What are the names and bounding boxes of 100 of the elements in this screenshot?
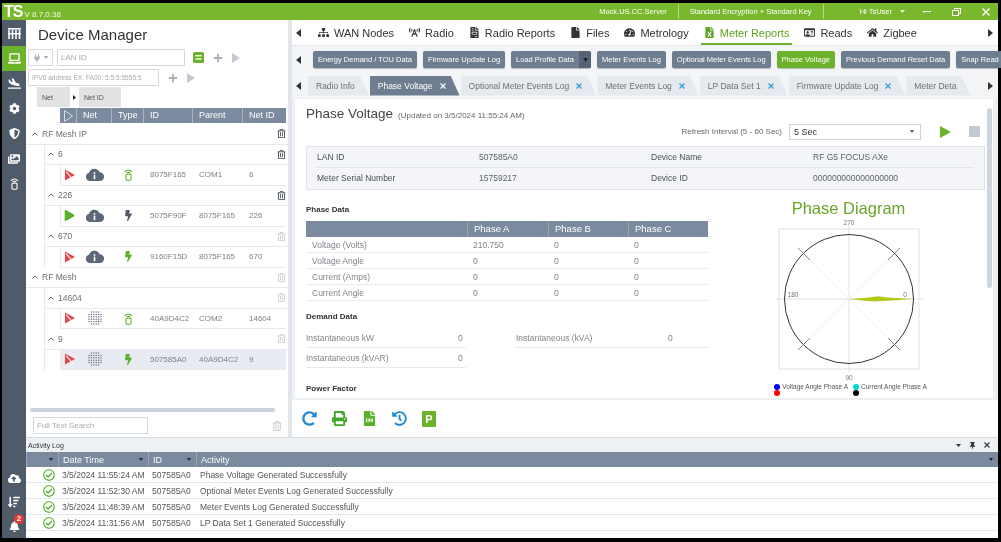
p-button[interactable]: P	[422, 410, 436, 427]
nav-tab[interactable]: Metrology	[621, 20, 692, 45]
device-row[interactable]: 9160F15D 8075F165 670	[61, 247, 286, 268]
table-cell-text: Meter Events Log Generated Successfully	[199, 501, 360, 512]
column-header[interactable]: ID	[148, 452, 196, 467]
list-icon[interactable]	[193, 52, 204, 63]
caret-icon[interactable]	[956, 443, 961, 447]
house-icon	[867, 27, 879, 38]
nav-tab[interactable]: Files	[567, 20, 613, 45]
plus-icon[interactable]	[213, 52, 223, 63]
report-tab[interactable]: Optional Meter Events Log	[460, 75, 597, 96]
dot-grid-icon	[87, 311, 102, 326]
report-tab[interactable]: Firmware Update Log	[788, 75, 906, 96]
filter-caret-icon	[49, 458, 53, 461]
gallery-icon	[8, 152, 20, 165]
section-title: Power Factor	[306, 384, 358, 394]
history-icon[interactable]	[392, 411, 407, 426]
scrollbar-thumb[interactable]	[30, 408, 275, 412]
table-cell-text: 8075F165	[198, 211, 237, 221]
caret-icon[interactable]	[48, 234, 54, 239]
group-label: 226	[58, 190, 74, 201]
trash-icon[interactable]	[277, 149, 286, 159]
column-header: Net	[76, 108, 111, 123]
field-value: RF G5 FOCUS AXe	[813, 147, 974, 168]
restore-icon[interactable]	[952, 7, 961, 16]
scroll-left-icon[interactable]	[296, 81, 301, 90]
report-tab[interactable]: LP Data Set 1	[699, 75, 788, 96]
caret-icon[interactable]	[48, 152, 54, 157]
device-row[interactable]: 40A9D4C2 COM2 14604	[61, 308, 286, 329]
notification-badge: 2	[14, 514, 24, 524]
report-tab[interactable]: Meter Deta	[906, 75, 971, 96]
table-cell-text: LP Data Set 1 Generated Successfully	[199, 517, 346, 528]
table-cell-text: 0	[553, 287, 560, 298]
cloud-upload-icon[interactable]	[7, 471, 21, 485]
table-cell-text: 0	[553, 271, 560, 282]
nav-tab[interactable]: WAN Nodes	[315, 20, 398, 45]
triangle-icon[interactable]	[63, 109, 73, 122]
device-row[interactable]: 8075F165 COM1 6	[61, 165, 286, 186]
sort-icon[interactable]	[8, 496, 20, 508]
group-label: RF Mesh	[42, 272, 78, 283]
scroll-left-icon[interactable]	[296, 28, 301, 37]
report-tab[interactable]: Radio Info	[308, 75, 369, 96]
field-label: Instantaneous (kVA)	[516, 332, 594, 343]
device-row[interactable]: 507585A0 40A9D4C2 9	[61, 349, 286, 370]
bell-icon[interactable]	[8, 520, 20, 532]
device-row[interactable]: 5075F90F 8075F165 226	[61, 206, 286, 227]
table-cell-text: 40A9D4C2	[198, 354, 240, 364]
nav-tab[interactable]: Reads	[801, 20, 856, 45]
lan-id-field[interactable]: LAN ID	[57, 49, 185, 66]
laptop-icon	[7, 52, 21, 65]
caret-icon[interactable]	[48, 193, 54, 198]
print-icon[interactable]	[332, 411, 347, 426]
table-cell-text: 507585A0	[149, 354, 188, 364]
nav-tab[interactable]: Radio	[406, 20, 457, 45]
pin-icon[interactable]	[969, 441, 976, 449]
nav-tab[interactable]: Radio Reports	[465, 20, 559, 45]
spreadsheet-icon	[703, 27, 715, 38]
scroll-right-icon[interactable]	[988, 81, 993, 90]
report-tab[interactable]: Meter Events Log	[597, 75, 699, 96]
column-header[interactable]: Activity	[196, 452, 998, 467]
table-cell-text: 0	[553, 255, 560, 266]
scroll-right-icon[interactable]	[988, 28, 993, 37]
group-label: 670	[58, 231, 74, 242]
report-tab[interactable]: Phase Voltage	[369, 75, 460, 96]
table-cell-text: 507585A0	[151, 501, 192, 512]
cloud-info-icon	[85, 168, 104, 182]
csv-file-icon[interactable]	[362, 411, 377, 426]
scroll-left-icon[interactable]	[296, 55, 301, 64]
gauge-icon	[624, 27, 636, 38]
minimize-icon[interactable]	[923, 10, 931, 13]
refresh-interval-select[interactable]: 5 Sec	[789, 123, 921, 140]
dropdown-toggle[interactable]	[579, 51, 591, 68]
field-label: LAN ID	[317, 147, 479, 168]
nav-tab[interactable]: Zigbee	[864, 20, 920, 45]
field-value: 000000000000000000	[813, 172, 900, 185]
table-cell-text: 0	[472, 255, 479, 266]
caret-icon[interactable]	[32, 275, 38, 280]
logo: TS	[3, 3, 23, 20]
plus-icon[interactable]	[168, 72, 178, 83]
trash-icon[interactable]	[277, 129, 286, 139]
field-label: Device Name	[651, 147, 813, 168]
play-icon[interactable]	[940, 125, 951, 138]
table-cell-text: 3/5/2024 11:55:24 AM	[61, 469, 146, 480]
caret-icon[interactable]	[32, 131, 38, 136]
column-header: ID	[143, 108, 192, 123]
refresh-icon[interactable]	[302, 411, 317, 426]
close-icon[interactable]	[984, 442, 990, 448]
trash-icon[interactable]	[277, 190, 286, 200]
table-cell-text: Voltage (Volts)	[311, 239, 368, 250]
search-field[interactable]: Full Text Search	[33, 417, 148, 434]
column-header[interactable]: Date Time	[58, 452, 148, 467]
scrollbar-thumb[interactable]	[986, 108, 992, 288]
column-header: Parent	[192, 108, 242, 123]
table-cell-text: 210.750	[472, 239, 505, 250]
caret-icon[interactable]	[48, 336, 54, 341]
table-cell-text: 3/5/2024 11:52:30 AM	[61, 485, 146, 496]
field-value: 507585A0	[479, 147, 651, 168]
caret-icon	[900, 10, 905, 13]
caret-icon[interactable]	[48, 295, 54, 300]
table-cell-text: 8075F165	[198, 252, 237, 262]
